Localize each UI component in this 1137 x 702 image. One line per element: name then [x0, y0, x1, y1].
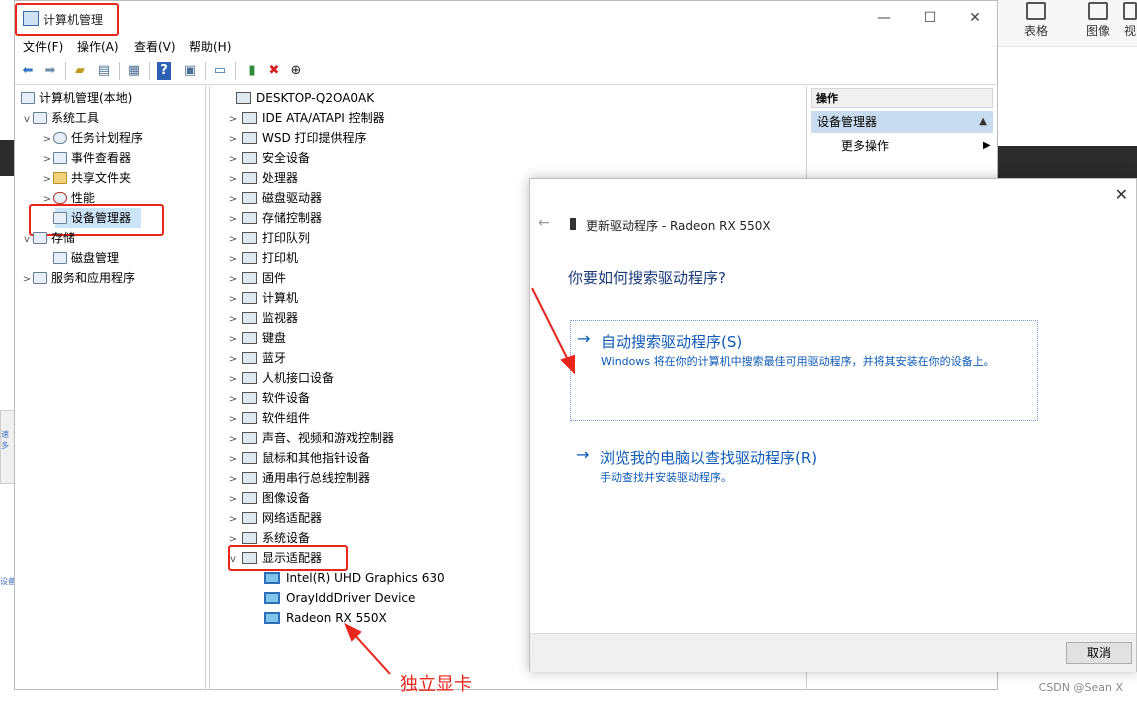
annotation-label: 独立显卡: [400, 674, 472, 695]
annotation-arrows: [344, 287, 575, 675]
arrow-to-radeon: [344, 622, 391, 675]
arrow-to-auto-search: [531, 287, 575, 375]
